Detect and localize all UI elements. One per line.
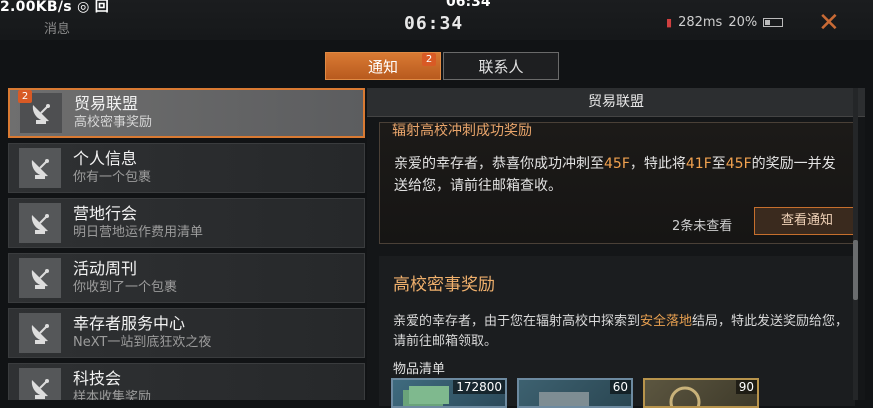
sidebar-item-title: 个人信息 bbox=[73, 149, 138, 168]
highlight-text: 45F bbox=[725, 156, 752, 172]
satellite-dish-icon bbox=[19, 258, 61, 298]
close-icon[interactable]: ✕ bbox=[818, 10, 840, 36]
item-count: 60 bbox=[609, 380, 631, 394]
phone-time: 06:34 bbox=[446, 0, 491, 10]
tab-label: 通知 bbox=[367, 57, 398, 76]
battery-value: 20% bbox=[728, 15, 758, 30]
tab-notifications[interactable]: 通知 2 bbox=[325, 52, 441, 80]
sidebar-item-title: 幸存者服务中心 bbox=[73, 314, 186, 333]
sidebar-item-tech-society[interactable]: 科技会 样本收集奖励 bbox=[8, 363, 365, 400]
highlight-text: 安全落地 bbox=[640, 314, 693, 329]
unread-count: 2条未查看 bbox=[672, 219, 733, 234]
detail-header: 贸易联盟 bbox=[367, 88, 865, 117]
satellite-dish-icon bbox=[19, 148, 61, 188]
reward-item[interactable]: 60 bbox=[517, 378, 633, 408]
reward-item[interactable]: 90 bbox=[643, 378, 759, 408]
sidebar-item-subtitle: NeXT一站到底狂欢之夜 bbox=[73, 335, 212, 350]
sidebar-item-subtitle: 明日营地运作费用清单 bbox=[73, 225, 204, 240]
game-clock: 06:34 bbox=[404, 13, 464, 34]
item-count: 90 bbox=[735, 380, 757, 394]
highlight-text: 45F bbox=[604, 156, 630, 172]
status-bar: 2.00KB/s ◎ 回 06:34 消息 06:34 ▮ 282ms 20% … bbox=[0, 0, 873, 40]
tab-bar: 通知 2 联系人 bbox=[325, 52, 559, 80]
satellite-dish-icon: 2 bbox=[18, 90, 62, 133]
scroll-thumb[interactable] bbox=[853, 240, 858, 300]
sidebar-item-subtitle: 你收到了一个包裹 bbox=[73, 280, 178, 295]
body-text: 至 bbox=[711, 156, 726, 172]
sidebar-item-title: 活动周刊 bbox=[73, 259, 138, 278]
highlight-text: 41F bbox=[685, 156, 712, 172]
network-speed: 2.00KB/s ◎ 回 bbox=[0, 0, 110, 15]
system-info: ▮ 282ms 20% bbox=[666, 15, 784, 30]
reward-item[interactable]: 172800 bbox=[391, 378, 507, 408]
sidebar-item-weekly-events[interactable]: 活动周刊你收到了一个包裹 bbox=[8, 253, 365, 303]
message-sidebar: 2 贸易联盟高校密事奖励 个人信息你有一个包裹 营地行会明日营地运作费用清单 活… bbox=[8, 88, 365, 400]
sidebar-item-title: 贸易联盟 bbox=[74, 94, 139, 113]
message-body: 亲爱的幸存者，恭喜你成功冲刺至45F，特此将41F至45F的奖励一并发送给您，请… bbox=[394, 153, 844, 197]
view-notification-button[interactable]: 查看通知 bbox=[754, 207, 854, 235]
message-card: 辐射高校冲刺成功奖励 亲爱的幸存者，恭喜你成功冲刺至45F，特此将41F至45F… bbox=[379, 122, 855, 244]
sidebar-item-trade-alliance[interactable]: 2 贸易联盟高校密事奖励 bbox=[8, 88, 365, 138]
messages-title: 消息 bbox=[44, 22, 71, 37]
message-detail-panel: 贸易联盟 辐射高校冲刺成功奖励 亲爱的幸存者，恭喜你成功冲刺至45F，特此将41… bbox=[367, 88, 865, 408]
sidebar-item-title: 营地行会 bbox=[73, 204, 138, 223]
detail-scrollbar[interactable] bbox=[853, 88, 858, 400]
message-title: 辐射高校冲刺成功奖励 bbox=[392, 123, 532, 139]
signal-icon: ▮ bbox=[666, 16, 673, 29]
message-body: 亲爱的幸存者，由于您在辐射高校中探索到安全落地结局，特此发送奖励给您，请前往邮箱… bbox=[393, 312, 849, 352]
sidebar-item-survivor-service[interactable]: 幸存者服务中心 NeXT一站到底狂欢之夜 bbox=[8, 308, 365, 358]
notification-badge: 2 bbox=[422, 53, 436, 66]
tab-label: 联系人 bbox=[478, 57, 524, 76]
sidebar-item-subtitle: 高校密事奖励 bbox=[74, 115, 153, 130]
message-card: 高校密事奖励 亲爱的幸存者，由于您在辐射高校中探索到安全落地结局，特此发送奖励给… bbox=[379, 256, 855, 408]
message-title: 高校密事奖励 bbox=[393, 275, 495, 295]
body-text: ，特此将 bbox=[629, 156, 686, 172]
tab-contacts[interactable]: 联系人 bbox=[443, 52, 559, 80]
unread-badge: 2 bbox=[18, 90, 32, 103]
satellite-dish-icon bbox=[19, 368, 61, 400]
ping-value: 282ms bbox=[678, 15, 723, 30]
body-text: 亲爱的幸存者，恭喜你成功冲刺至 bbox=[394, 156, 604, 172]
sidebar-item-title: 科技会 bbox=[73, 369, 122, 388]
satellite-dish-icon bbox=[19, 313, 61, 353]
sidebar-item-subtitle: 你有一个包裹 bbox=[73, 170, 152, 185]
battery-icon bbox=[763, 18, 784, 27]
sidebar-item-personal-info[interactable]: 个人信息你有一个包裹 bbox=[8, 143, 365, 193]
sidebar-item-subtitle: 样本收集奖励 bbox=[73, 390, 152, 400]
body-text: 亲爱的幸存者，由于您在辐射高校中探索到 bbox=[393, 314, 641, 329]
item-count: 172800 bbox=[453, 380, 505, 394]
sidebar-item-camp-guild[interactable]: 营地行会明日营地运作费用清单 bbox=[8, 198, 365, 248]
item-list-label: 物品清单 bbox=[393, 362, 446, 377]
satellite-dish-icon bbox=[19, 203, 61, 243]
